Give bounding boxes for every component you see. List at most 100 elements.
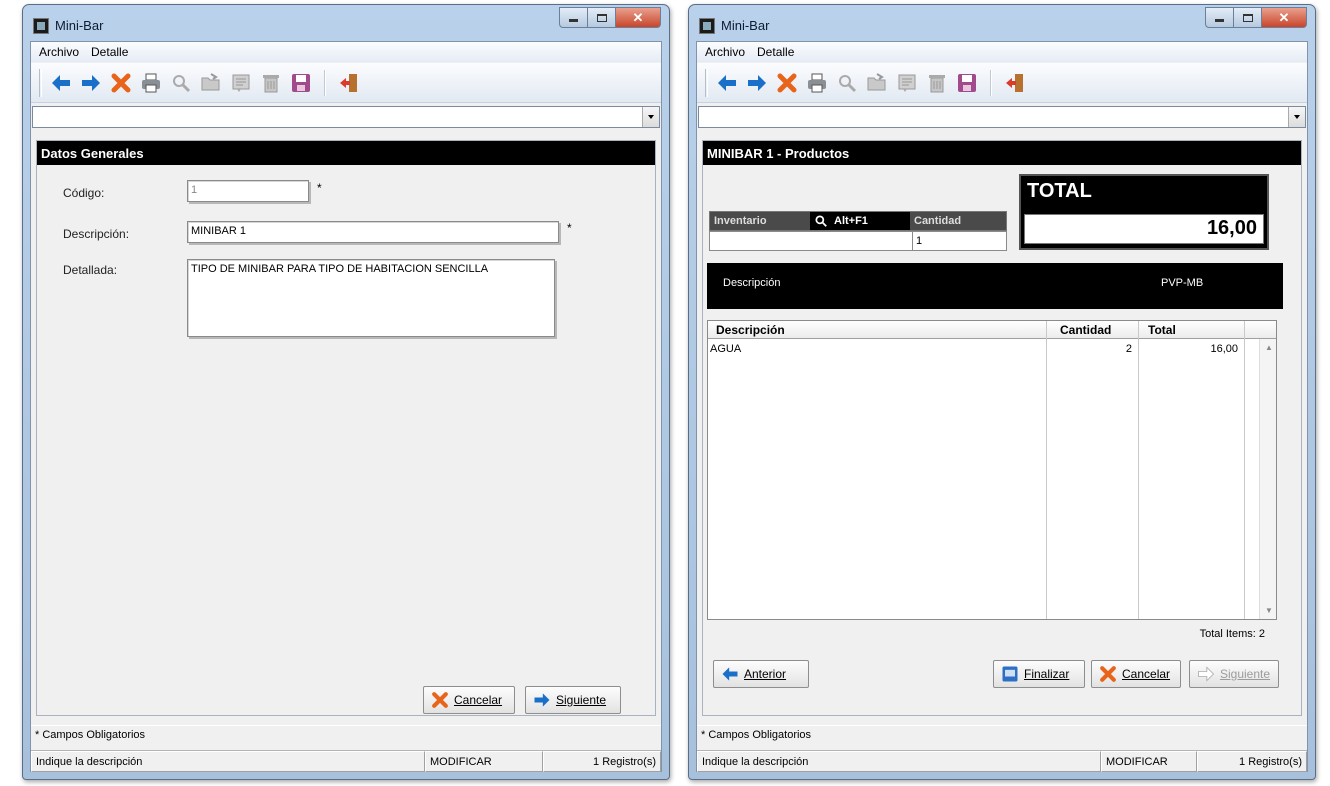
- chevron-down-icon[interactable]: [642, 107, 659, 127]
- row-descripcion: AGUA: [710, 343, 742, 355]
- window-title: Mini-Bar: [55, 18, 104, 33]
- minimize-icon: [569, 19, 578, 22]
- open-folder-icon[interactable]: [862, 68, 892, 98]
- delete-icon[interactable]: [106, 68, 136, 98]
- delete-icon[interactable]: [772, 68, 802, 98]
- status-records: 1 Registro(s): [1197, 751, 1307, 772]
- title-bar[interactable]: Mini-Bar ✕: [689, 5, 1315, 41]
- required-fields-note: * Campos Obligatorios: [697, 725, 1307, 745]
- descripcion-field[interactable]: MINIBAR 1: [187, 221, 559, 243]
- print-icon[interactable]: [136, 68, 166, 98]
- maximize-button[interactable]: [587, 7, 615, 28]
- next-button[interactable]: Siguiente: [525, 686, 621, 714]
- finish-icon: [1002, 666, 1018, 682]
- status-hint: Indique la descripción: [697, 751, 1101, 772]
- maximize-icon: [1242, 13, 1253, 22]
- panel-title: Datos Generales: [37, 141, 655, 165]
- delete-icon: [1100, 666, 1116, 682]
- menu-archivo[interactable]: Archivo: [33, 45, 85, 59]
- quantity-input[interactable]: 1: [912, 231, 1007, 251]
- arrow-right-icon: [534, 693, 550, 707]
- trash-icon[interactable]: [256, 68, 286, 98]
- col-cantidad[interactable]: Cantidad: [1060, 323, 1111, 337]
- scroll-down-icon[interactable]: ▼: [1265, 606, 1273, 615]
- record-selector[interactable]: [32, 106, 660, 128]
- minimize-button[interactable]: [559, 7, 587, 28]
- window-client: Archivo Detalle MINIBAR 1 - Productos TO…: [696, 41, 1308, 772]
- menu-detalle[interactable]: Detalle: [85, 45, 134, 59]
- window-title: Mini-Bar: [721, 18, 770, 33]
- toolbar: [697, 63, 1307, 103]
- print-icon[interactable]: [802, 68, 832, 98]
- status-records: 1 Registro(s): [543, 751, 661, 772]
- toolbar: [31, 63, 661, 103]
- total-items: Total Items: 2: [1199, 628, 1265, 640]
- row-total: 16,00: [1210, 343, 1238, 355]
- search-icon[interactable]: [166, 68, 196, 98]
- row-cantidad: 2: [1125, 343, 1132, 355]
- detallada-textarea[interactable]: TIPO DE MINIBAR PARA TIPO DE HABITACION …: [187, 259, 555, 337]
- menu-archivo[interactable]: Archivo: [699, 45, 751, 59]
- inventory-input[interactable]: [709, 231, 913, 251]
- inventory-header: Inventario Alt+F1 Cantidad: [709, 211, 1007, 231]
- close-button[interactable]: ✕: [1261, 7, 1307, 28]
- description-header: Descripción: [723, 277, 781, 289]
- arrow-left-icon[interactable]: [46, 68, 76, 98]
- col-descripcion[interactable]: Descripción: [716, 323, 785, 337]
- codigo-field[interactable]: 1: [187, 180, 309, 202]
- window-mini-bar-left: Mini-Bar ✕ Archivo Detalle Datos General…: [22, 4, 670, 780]
- exit-icon[interactable]: [334, 68, 364, 98]
- trash-icon[interactable]: [922, 68, 952, 98]
- minimize-button[interactable]: [1205, 7, 1233, 28]
- cantidad-label: Cantidad: [914, 215, 962, 227]
- search-icon: [815, 215, 827, 227]
- items-grid: Descripción Cantidad Total AGUA 2 16,00 …: [707, 320, 1277, 620]
- required-fields-note: * Campos Obligatorios: [31, 725, 661, 745]
- products-panel: MINIBAR 1 - Productos TOTAL 16,00 Invent…: [702, 140, 1302, 716]
- next-button[interactable]: Siguiente: [1189, 660, 1279, 688]
- open-folder-icon[interactable]: [196, 68, 226, 98]
- app-icon: [33, 18, 49, 34]
- menu-detalle[interactable]: Detalle: [751, 45, 800, 59]
- grid-scrollbar[interactable]: ▲ ▼: [1259, 339, 1276, 619]
- scroll-up-icon[interactable]: ▲: [1265, 343, 1273, 352]
- exit-icon[interactable]: [1000, 68, 1030, 98]
- arrow-right-icon[interactable]: [76, 68, 106, 98]
- arrow-right-icon[interactable]: [742, 68, 772, 98]
- total-box: TOTAL 16,00: [1019, 174, 1269, 250]
- general-data-panel: Datos Generales Código: 1 * Descripción:…: [36, 140, 656, 716]
- arrow-left-icon[interactable]: [712, 68, 742, 98]
- window-client: Archivo Detalle Datos Generales Código: …: [30, 41, 662, 772]
- col-total[interactable]: Total: [1148, 323, 1176, 337]
- total-label: TOTAL: [1027, 180, 1092, 202]
- detallada-label: Detallada:: [63, 263, 118, 277]
- total-value: 16,00: [1024, 214, 1264, 244]
- panel-title: MINIBAR 1 - Productos: [703, 141, 1301, 165]
- search-icon[interactable]: [832, 68, 862, 98]
- status-mode: MODIFICAR: [425, 751, 543, 772]
- chevron-down-icon[interactable]: [1288, 107, 1305, 127]
- document-icon[interactable]: [892, 68, 922, 98]
- record-selector[interactable]: [698, 106, 1306, 128]
- required-mark: *: [317, 181, 322, 195]
- descripcion-label: Descripción:: [63, 227, 130, 241]
- codigo-label: Código:: [63, 186, 105, 200]
- maximize-button[interactable]: [1233, 7, 1261, 28]
- cancel-button[interactable]: Cancelar: [423, 686, 515, 714]
- search-shortcut[interactable]: Alt+F1: [810, 212, 910, 230]
- document-icon[interactable]: [226, 68, 256, 98]
- previous-button[interactable]: Anterior: [713, 660, 809, 688]
- menu-bar: Archivo Detalle: [697, 42, 1307, 62]
- status-hint: Indique la descripción: [31, 751, 425, 772]
- title-bar[interactable]: Mini-Bar ✕: [23, 5, 669, 41]
- close-button[interactable]: ✕: [615, 7, 661, 28]
- cancel-button[interactable]: Cancelar: [1091, 660, 1181, 688]
- product-description-bar: Descripción PVP-MB: [707, 263, 1283, 309]
- close-icon: ✕: [632, 9, 644, 25]
- status-bar: Indique la descripción MODIFICAR 1 Regis…: [31, 750, 661, 772]
- finish-button[interactable]: Finalizar: [993, 660, 1085, 688]
- menu-bar: Archivo Detalle: [31, 42, 661, 62]
- save-icon[interactable]: [952, 68, 982, 98]
- pvp-header: PVP-MB: [1161, 277, 1204, 289]
- save-icon[interactable]: [286, 68, 316, 98]
